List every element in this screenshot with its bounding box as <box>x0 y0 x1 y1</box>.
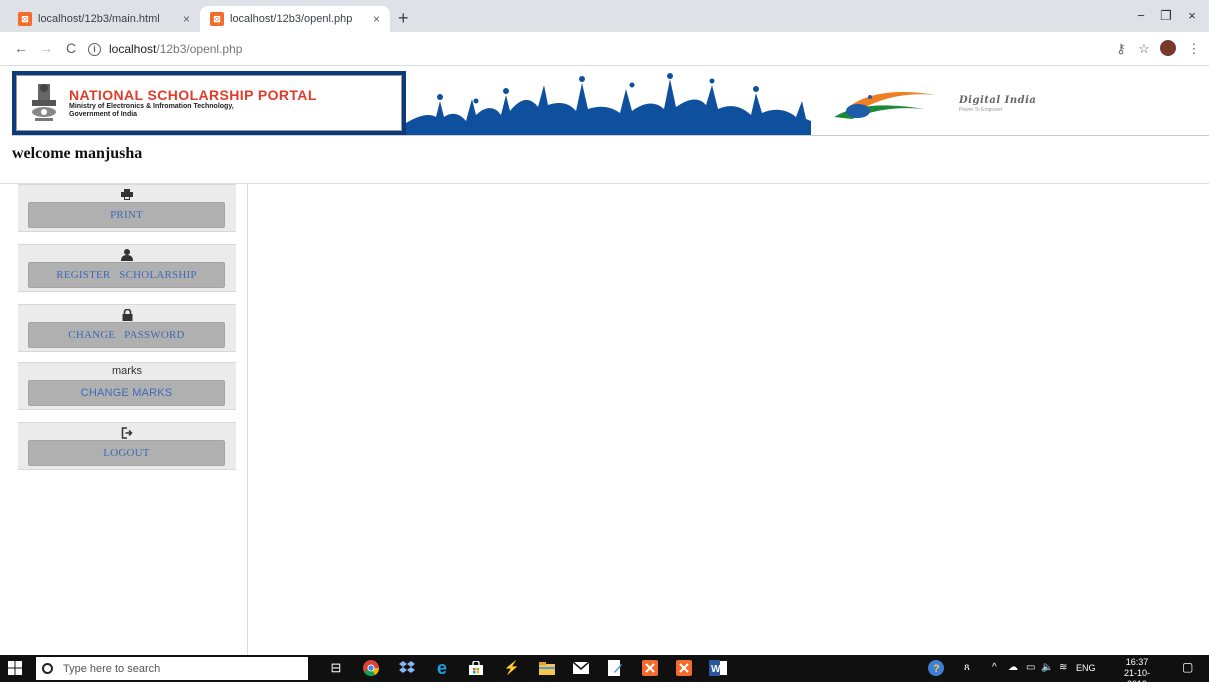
new-tab-button[interactable]: + <box>398 9 409 27</box>
tab-title: localhost/12b3/main.html <box>38 13 160 25</box>
restore-button[interactable]: ❐ <box>1156 8 1176 24</box>
sidebar-item-print: PRINT <box>18 184 236 232</box>
logout-icon <box>18 426 236 440</box>
notification-center-icon[interactable]: ▢ <box>1182 660 1193 674</box>
students-silhouette-graphic <box>406 71 811 135</box>
browser-menu-icon[interactable]: ⋮ <box>1186 41 1202 57</box>
clock-time: 16:37 <box>1125 657 1149 667</box>
people-icon[interactable]: ጸ <box>964 662 970 673</box>
tray-overflow-icon[interactable]: ^ <box>992 662 997 673</box>
tab-close-icon[interactable]: × <box>373 12 380 26</box>
volume-icon[interactable]: 🔈 <box>1041 662 1053 673</box>
browser-tab-strip: ⊠ localhost/12b3/main.html × ⊠ localhost… <box>0 0 1209 32</box>
windows-start-icon[interactable] <box>8 661 22 675</box>
dropbox-icon[interactable] <box>397 659 417 677</box>
back-button[interactable]: ← <box>12 40 30 56</box>
svg-text:W: W <box>711 664 721 675</box>
file-explorer-icon[interactable] <box>537 659 557 677</box>
sidebar-item-change-marks: marks CHANGE MARKS <box>18 362 236 410</box>
user-icon <box>18 248 236 262</box>
nsp-logo-box: NATIONAL SCHOLARSHIP PORTAL Ministry of … <box>12 71 406 135</box>
tab-close-icon[interactable]: × <box>183 12 190 26</box>
bookmark-star-icon[interactable]: ☆ <box>1136 41 1152 57</box>
address-bar[interactable]: i localhost/12b3/openl.php <box>88 37 1088 61</box>
browser-toolbar: ← → C i localhost/12b3/openl.php ⚷ ☆ ⋮ <box>0 32 1209 66</box>
national-emblem-icon <box>27 82 61 124</box>
window-close-button[interactable]: × <box>1182 8 1202 23</box>
minimize-button[interactable]: − <box>1131 8 1151 23</box>
digital-india-tagline: Power To Empower <box>959 107 1003 113</box>
xampp-control-icon[interactable] <box>674 659 694 677</box>
onedrive-icon[interactable]: ☁ <box>1008 662 1018 673</box>
xampp-icon[interactable] <box>640 659 660 677</box>
xampp-favicon-icon: ⊠ <box>18 12 32 26</box>
forward-button[interactable]: → <box>37 40 55 56</box>
tab-title: localhost/12b3/openl.php <box>230 13 353 25</box>
logout-button[interactable]: LOGOUT <box>28 440 225 466</box>
browser-tab-main[interactable]: ⊠ localhost/12b3/main.html × <box>8 6 200 32</box>
sidebar-item-change-password: CHANGE PASSWORD <box>18 304 236 352</box>
browser-tab-openl[interactable]: ⊠ localhost/12b3/openl.php × <box>200 6 390 32</box>
digital-india-logo: Digital India Power To Empower <box>824 87 1124 121</box>
marks-caption: marks <box>112 365 142 377</box>
help-icon[interactable]: ? <box>926 659 946 677</box>
xampp-favicon-icon: ⊠ <box>210 12 224 26</box>
address-path: /12b3/openl.php <box>156 42 243 56</box>
digital-india-text: Digital India <box>959 95 1037 106</box>
change-password-button[interactable]: CHANGE PASSWORD <box>28 322 225 348</box>
reload-button[interactable]: C <box>62 40 80 56</box>
ministry-line-1: Ministry of Electronics & Infromation Te… <box>69 103 234 110</box>
portal-title: NATIONAL SCHOLARSHIP PORTAL <box>69 87 317 103</box>
welcome-heading: welcome manjusha <box>12 145 143 162</box>
password-key-icon[interactable]: ⚷ <box>1113 41 1129 57</box>
change-marks-button[interactable]: CHANGE MARKS <box>28 380 225 406</box>
print-button[interactable]: PRINT <box>28 202 225 228</box>
lock-icon <box>18 308 236 322</box>
windows-taskbar: Type here to search 🎙 ⊟ e ⚡ W ? ጸ ^ ☁ ▭ … <box>0 655 1209 689</box>
cortana-icon <box>42 663 53 674</box>
language-indicator[interactable]: ENG <box>1076 663 1096 673</box>
taskbar-search-placeholder: Type here to search <box>63 662 161 675</box>
profile-avatar[interactable] <box>1160 40 1176 56</box>
divider <box>12 135 1209 136</box>
wifi-icon[interactable]: ≋ <box>1059 662 1067 673</box>
page-content: NATIONAL SCHOLARSHIP PORTAL Ministry of … <box>0 67 1209 655</box>
site-banner: NATIONAL SCHOLARSHIP PORTAL Ministry of … <box>12 71 1209 135</box>
microphone-icon[interactable]: 🎙 <box>289 659 309 677</box>
edge-icon[interactable]: e <box>432 658 452 678</box>
battery-icon[interactable]: ▭ <box>1026 662 1035 673</box>
clock-date: 21-10-2019 <box>1123 668 1150 689</box>
taskbar-search-box[interactable]: Type here to search <box>36 657 308 680</box>
site-info-icon[interactable]: i <box>88 42 101 56</box>
sidebar-menu: PRINT REGISTER SCHOLARSHIP CHANGE PASSWO… <box>0 184 248 655</box>
mail-icon[interactable] <box>571 659 591 677</box>
chrome-icon[interactable] <box>361 659 381 677</box>
address-host: localhost <box>109 42 157 56</box>
store-icon[interactable] <box>466 659 486 677</box>
lightning-app-icon[interactable]: ⚡ <box>502 659 522 677</box>
sidebar-item-register: REGISTER SCHOLARSHIP <box>18 244 236 292</box>
word-icon[interactable]: W <box>708 659 728 677</box>
printer-icon <box>18 188 236 202</box>
task-view-icon[interactable]: ⊟ <box>326 659 346 677</box>
taskbar-clock[interactable]: 16:37 21-10-2019 <box>1114 657 1160 690</box>
ministry-line-2: Government of India <box>69 111 138 118</box>
notes-app-icon[interactable] <box>605 659 625 677</box>
svg-text:?: ? <box>933 663 940 675</box>
sidebar-item-logout: LOGOUT <box>18 422 236 470</box>
register-scholarship-button[interactable]: REGISTER SCHOLARSHIP <box>28 262 225 288</box>
